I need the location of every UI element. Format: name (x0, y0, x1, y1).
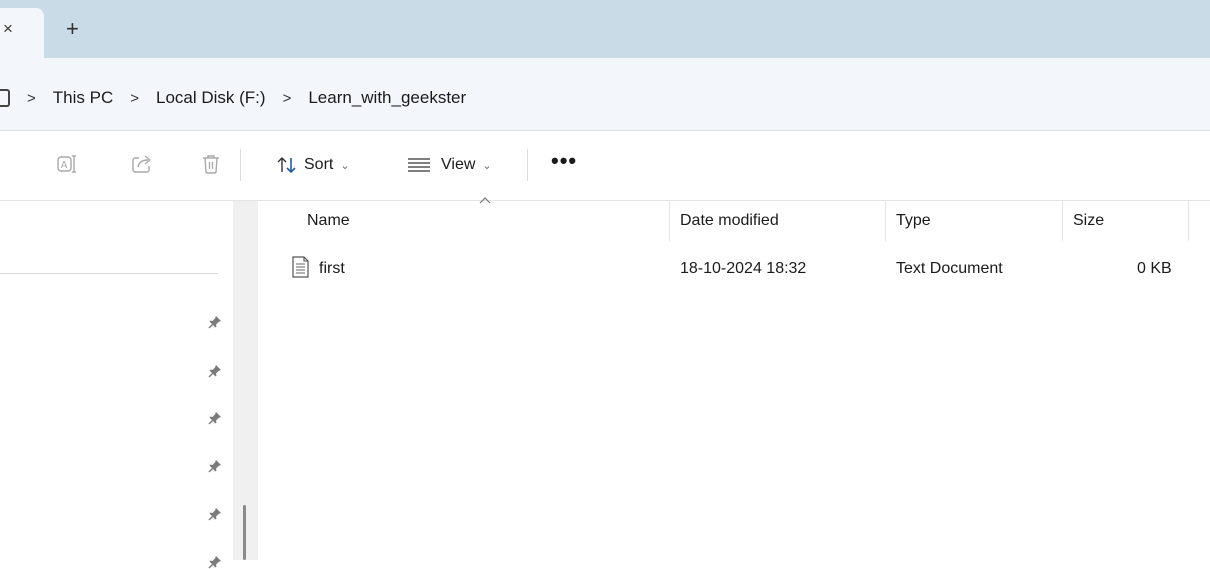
delete-icon[interactable] (200, 153, 222, 175)
new-tab-button[interactable]: + (66, 18, 79, 40)
column-header-size[interactable]: Size (1073, 212, 1104, 230)
tab-strip: × + (0, 0, 1210, 58)
address-bar[interactable]: > This PC > Local Disk (F:) > Learn_with… (0, 58, 1210, 131)
column-divider[interactable] (669, 201, 670, 241)
pin-icon[interactable] (208, 364, 222, 378)
nav-scrollbar-thumb[interactable] (243, 505, 246, 560)
view-button[interactable]: View ⌄ (407, 153, 492, 177)
pin-icon[interactable] (208, 411, 222, 425)
svg-text:A: A (61, 160, 68, 171)
sort-ascending-icon (479, 197, 491, 204)
share-icon[interactable] (131, 153, 153, 175)
file-date-modified: 18-10-2024 18:32 (680, 260, 807, 277)
text-document-icon (292, 256, 309, 278)
file-name[interactable]: first (319, 260, 345, 278)
breadcrumb-separator[interactable]: > (283, 90, 292, 107)
pin-icon[interactable] (208, 555, 222, 569)
command-divider (240, 149, 241, 181)
breadcrumb-separator[interactable]: > (130, 90, 139, 107)
column-header-date-modified[interactable]: Date modified (680, 212, 779, 230)
pin-icon[interactable] (208, 459, 222, 473)
view-icon (408, 158, 430, 172)
breadcrumb-current-folder[interactable]: Learn_with_geekster (308, 88, 466, 108)
command-divider (527, 149, 528, 181)
sort-icon (277, 157, 296, 173)
nav-divider (0, 273, 218, 274)
sort-label: Sort (304, 156, 334, 173)
breadcrumb-separator[interactable]: > (27, 90, 36, 107)
breadcrumb-local-disk[interactable]: Local Disk (F:) (156, 88, 266, 108)
column-divider[interactable] (1188, 201, 1189, 241)
chevron-down-icon: ⌄ (340, 159, 350, 172)
column-header-type[interactable]: Type (896, 212, 931, 230)
file-type: Text Document (896, 260, 1003, 277)
command-bar: A Sort ⌄ View ⌄ ••• (0, 131, 1210, 201)
chevron-down-icon: ⌄ (482, 159, 492, 172)
more-options-button[interactable]: ••• (551, 149, 577, 173)
sort-button[interactable]: Sort ⌄ (276, 153, 350, 177)
close-tab-icon[interactable]: × (3, 20, 13, 38)
location-icon (0, 89, 10, 107)
rename-icon[interactable]: A (56, 153, 78, 175)
column-header-name[interactable]: Name (307, 212, 350, 230)
view-label: View (441, 156, 476, 173)
column-divider[interactable] (1062, 201, 1063, 241)
pin-icon[interactable] (208, 315, 222, 329)
breadcrumb-this-pc[interactable]: This PC (53, 88, 113, 108)
breadcrumb: > This PC > Local Disk (F:) > Learn_with… (0, 86, 466, 110)
column-divider[interactable] (885, 201, 886, 241)
file-size: 0 KB (1137, 260, 1172, 277)
pin-icon[interactable] (208, 507, 222, 521)
navigation-pane (0, 201, 258, 569)
